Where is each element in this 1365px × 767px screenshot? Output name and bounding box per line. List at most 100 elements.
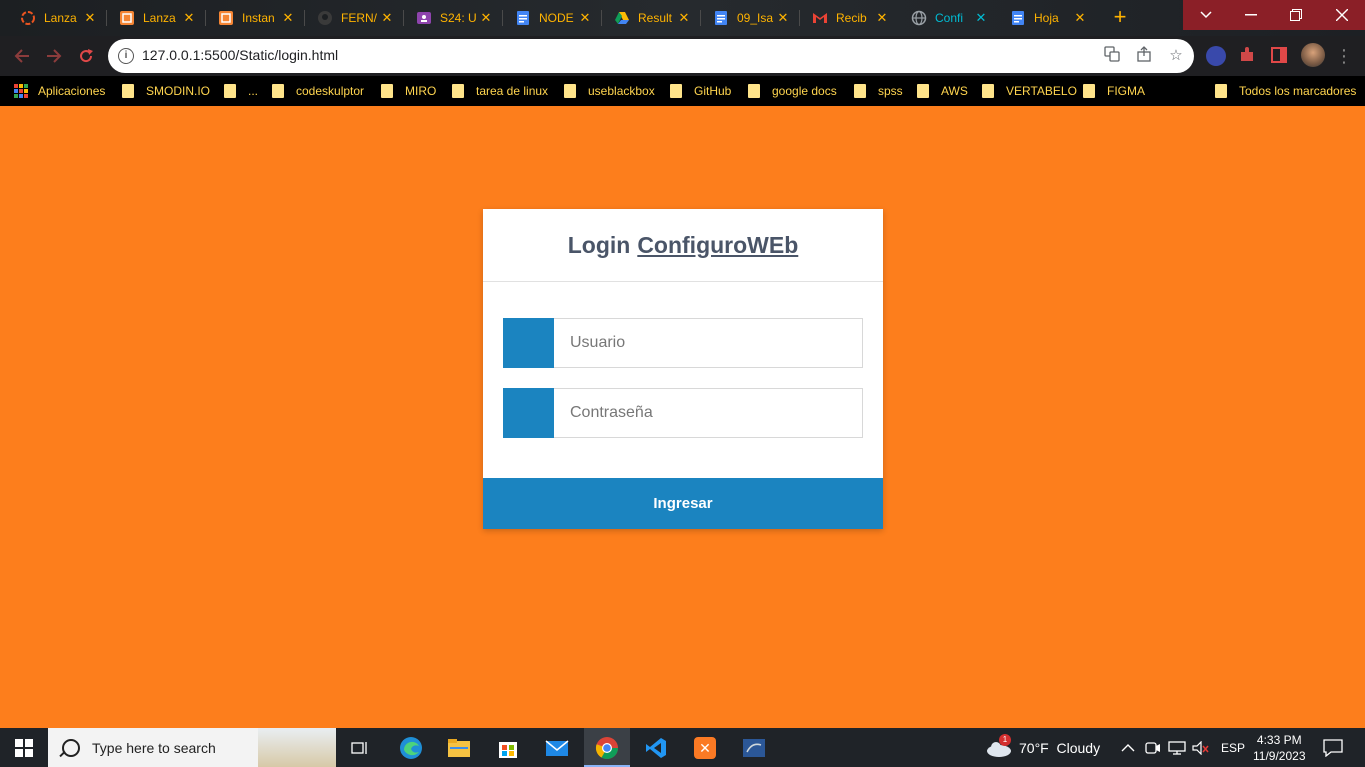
meet-now-icon[interactable] <box>1145 728 1161 767</box>
translate-icon[interactable] <box>1102 46 1122 66</box>
bookmark-label: GitHub <box>694 84 732 98</box>
folder-icon <box>224 84 236 98</box>
bookmark-miro[interactable]: MIRO <box>381 82 436 100</box>
bookmark-useblackbox[interactable]: useblackbox <box>564 82 655 100</box>
folder-icon <box>670 84 682 98</box>
chrome-taskbar-icon[interactable] <box>591 732 623 764</box>
github-icon <box>317 10 333 26</box>
sql-server-taskbar-icon[interactable] <box>738 732 770 764</box>
share-icon[interactable] <box>1134 46 1154 66</box>
bookmark-label: codeskulptor <box>296 84 365 98</box>
bookmark-google-docs[interactable]: google docs <box>748 82 837 100</box>
new-tab-button[interactable]: + <box>1110 6 1130 28</box>
bookmark-label: MIRO <box>405 84 437 98</box>
volume-muted-icon[interactable] <box>1192 728 1210 767</box>
close-icon[interactable]: ✕ <box>973 10 989 26</box>
globe-icon <box>911 10 927 26</box>
tab-6[interactable]: NODE ✕ <box>503 4 601 32</box>
vscode-taskbar-icon[interactable] <box>640 732 672 764</box>
star-bookmark-icon[interactable]: ☆ <box>1166 46 1186 66</box>
username-input[interactable] <box>554 319 862 367</box>
language-indicator[interactable]: ESP <box>1221 728 1245 767</box>
network-icon[interactable] <box>1168 728 1186 767</box>
bookmark-github[interactable]: GitHub <box>670 82 731 100</box>
tab-9[interactable]: Recib ✕ <box>800 4 898 32</box>
reload-button[interactable] <box>74 44 98 68</box>
browser-toolbar: i 127.0.0.1:5500/Static/login.html ☆ ⋮ <box>0 36 1365 76</box>
close-window-button[interactable] <box>1319 0 1365 30</box>
bookmark-label: ... <box>248 84 259 98</box>
xampp-taskbar-icon[interactable]: ✕ <box>689 732 721 764</box>
gmail-icon <box>812 10 828 26</box>
close-icon[interactable]: ✕ <box>379 10 395 26</box>
edge-taskbar-icon[interactable] <box>395 732 427 764</box>
bookmark-apps[interactable]: Aplicaciones <box>14 82 105 100</box>
info-icon[interactable]: i <box>118 48 134 64</box>
forward-button[interactable] <box>42 44 66 68</box>
restore-button[interactable] <box>1273 0 1319 30</box>
url-text[interactable]: 127.0.0.1:5500/Static/login.html <box>142 47 338 63</box>
close-icon[interactable]: ✕ <box>874 10 890 26</box>
login-submit-button[interactable]: Ingresar <box>483 478 883 529</box>
discord-extension-icon[interactable] <box>1206 46 1226 66</box>
bookmarks-bar: Aplicaciones SMODIN.IO ... codeskulptor … <box>0 76 1365 106</box>
bookmark-aws[interactable]: AWS <box>917 82 968 100</box>
page-title: Login ConfiguroWEb <box>568 232 799 259</box>
back-button[interactable] <box>10 44 34 68</box>
notifications-button[interactable] <box>1323 728 1343 767</box>
bookmark-spss[interactable]: spss <box>854 82 903 100</box>
tab-11[interactable]: Hoja ✕ <box>998 4 1096 32</box>
mail-taskbar-icon[interactable] <box>541 732 573 764</box>
weather-widget[interactable]: 1 70°F Cloudy <box>985 728 1100 767</box>
login-card-header: Login ConfiguroWEb <box>483 209 883 282</box>
search-placeholder: Type here to search <box>92 739 216 756</box>
bookmark-figma[interactable]: FIGMA <box>1083 82 1145 100</box>
close-icon[interactable]: ✕ <box>478 10 494 26</box>
task-view-button[interactable] <box>344 732 376 764</box>
aws-icon <box>218 10 234 26</box>
side-panel-icon[interactable] <box>1270 46 1290 66</box>
bookmark-smodin[interactable]: SMODIN.IO <box>122 82 210 100</box>
bookmark-ellipsis[interactable]: ... <box>224 82 258 100</box>
windows-start-button[interactable] <box>8 732 40 764</box>
address-bar[interactable]: i 127.0.0.1:5500/Static/login.html ☆ <box>108 39 1194 73</box>
username-field <box>503 318 863 368</box>
tab-1[interactable]: Lanza ✕ <box>8 4 106 32</box>
tab-label: NODE <box>539 11 574 25</box>
tab-3[interactable]: Instan ✕ <box>206 4 304 32</box>
tab-10-active[interactable]: Confi ✕ <box>899 4 997 32</box>
close-icon[interactable]: ✕ <box>82 10 98 26</box>
tab-search-button[interactable] <box>1183 0 1229 30</box>
bookmark-codeskulptor[interactable]: codeskulptor <box>272 82 364 100</box>
close-icon[interactable]: ✕ <box>280 10 296 26</box>
close-icon[interactable]: ✕ <box>676 10 692 26</box>
profile-avatar[interactable] <box>1301 43 1325 67</box>
tab-7[interactable]: Result ✕ <box>602 4 700 32</box>
tab-4[interactable]: FERN/ ✕ <box>305 4 403 32</box>
store-taskbar-icon[interactable] <box>492 732 524 764</box>
close-icon[interactable]: ✕ <box>577 10 593 26</box>
file-explorer-taskbar-icon[interactable] <box>443 732 475 764</box>
folder-icon <box>272 84 284 98</box>
tab-2[interactable]: Lanza ✕ <box>107 4 205 32</box>
bookmark-all[interactable]: Todos los marcadores <box>1215 82 1356 100</box>
bookmark-tarea-linux[interactable]: tarea de linux <box>452 82 548 100</box>
close-icon[interactable]: ✕ <box>181 10 197 26</box>
close-icon[interactable]: ✕ <box>775 10 791 26</box>
tab-5[interactable]: S24: U ✕ <box>404 4 502 32</box>
close-icon[interactable]: ✕ <box>1072 10 1088 26</box>
bookmark-label: VERTABELO <box>1006 84 1077 98</box>
password-input[interactable] <box>554 389 862 437</box>
bookmark-label: Todos los marcadores <box>1239 84 1357 98</box>
clock[interactable]: 4:33 PM 11/9/2023 <box>1253 728 1306 767</box>
bookmark-label: google docs <box>772 84 837 98</box>
show-hidden-icons-button[interactable] <box>1121 728 1135 767</box>
extensions-puzzle-icon[interactable] <box>1238 46 1258 66</box>
tab-8[interactable]: 09_Isa ✕ <box>701 4 799 32</box>
title-brand-link[interactable]: ConfiguroWEb <box>637 232 798 258</box>
chevron-down-icon <box>1200 11 1212 19</box>
menu-kebab-icon[interactable]: ⋮ <box>1332 44 1356 68</box>
minimize-button[interactable] <box>1228 0 1274 30</box>
close-icon <box>1336 9 1348 21</box>
bookmark-vertabelo[interactable]: VERTABELO <box>982 82 1077 100</box>
